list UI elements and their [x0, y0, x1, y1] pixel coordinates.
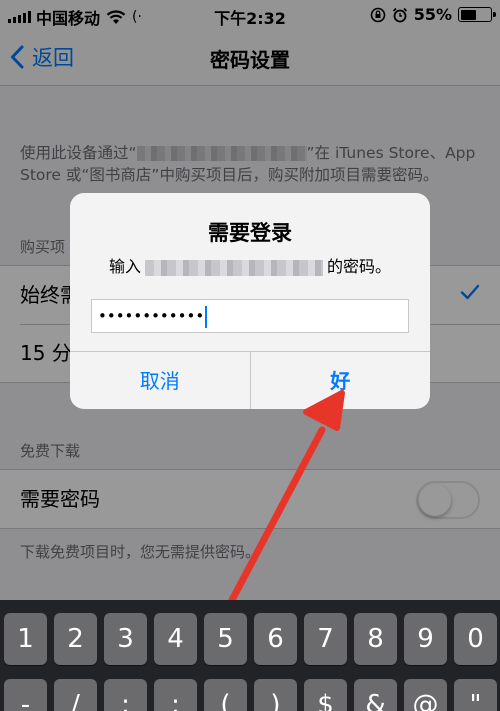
password-input[interactable]: •••••••••••• [91, 299, 409, 333]
key-5[interactable]: 5 [204, 613, 247, 665]
key-open-paren[interactable]: ( [204, 679, 247, 711]
key-9[interactable]: 9 [404, 613, 447, 665]
alert-message-prefix: 输入 [108, 257, 141, 276]
alert-message: 输入 的密码。 [70, 253, 430, 277]
key-hyphen[interactable]: - [4, 679, 47, 711]
key-3[interactable]: 3 [104, 613, 147, 665]
key-6[interactable]: 6 [254, 613, 297, 665]
redacted-apple-id [145, 259, 323, 276]
key-dollar[interactable]: $ [304, 679, 347, 711]
key-ampersand[interactable]: & [354, 679, 397, 711]
ok-button[interactable]: 好 [249, 352, 431, 409]
alert-button-row: 取消 好 [70, 351, 430, 409]
key-0[interactable]: 0 [454, 613, 497, 665]
alert-message-suffix: 的密码。 [327, 257, 392, 276]
numeric-keyboard: 1 2 3 4 5 6 7 8 9 0 - / : ; ( ) $ & @ " [0, 600, 500, 711]
key-7[interactable]: 7 [304, 613, 347, 665]
key-2[interactable]: 2 [54, 613, 97, 665]
key-8[interactable]: 8 [354, 613, 397, 665]
key-semicolon[interactable]: ; [154, 679, 197, 711]
key-colon[interactable]: : [104, 679, 147, 711]
text-cursor [205, 305, 208, 328]
key-4[interactable]: 4 [154, 613, 197, 665]
cancel-button[interactable]: 取消 [70, 352, 250, 409]
password-dots: •••••••••••• [98, 307, 205, 325]
key-quote[interactable]: " [454, 679, 497, 711]
key-at[interactable]: @ [404, 679, 447, 711]
login-alert: 需要登录 输入 的密码。 •••••••••••• 取消 好 [70, 193, 430, 409]
key-1[interactable]: 1 [4, 613, 47, 665]
alert-title: 需要登录 [208, 221, 292, 245]
key-slash[interactable]: / [54, 679, 97, 711]
key-close-paren[interactable]: ) [254, 679, 297, 711]
